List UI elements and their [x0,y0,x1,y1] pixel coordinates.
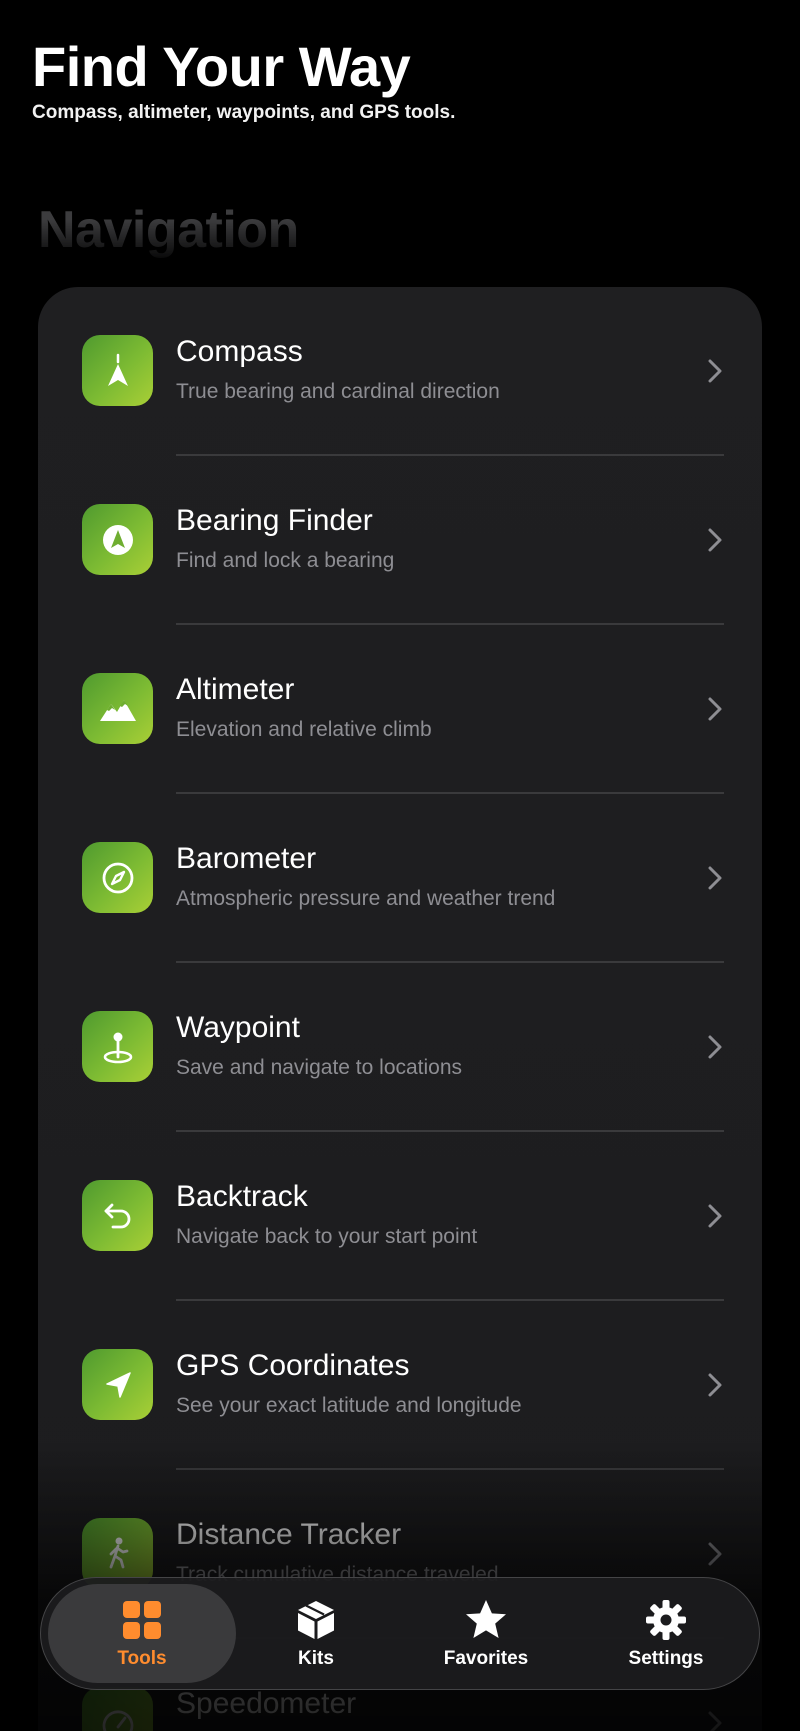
tool-row-backtrack[interactable]: Backtrack Navigate back to your start po… [38,1132,762,1301]
chevron-right-icon [708,1204,722,1228]
tab-label: Tools [117,1647,167,1669]
compass-needle-icon [82,335,153,406]
star-icon [466,1599,506,1638]
chevron-right-icon [708,1035,722,1059]
tool-description: Save and navigate to locations [176,1056,463,1079]
map-pin-icon [82,1011,153,1082]
tool-description: True bearing and cardinal direction [176,380,500,403]
gauge-icon [82,842,153,913]
tool-description: Find and lock a bearing [176,549,395,572]
tool-row-waypoint[interactable]: Waypoint Save and navigate to locations [38,963,762,1132]
section-heading: Navigation [38,201,299,259]
tab-favorites[interactable]: Favorites [421,1584,551,1683]
chevron-right-icon [708,1542,722,1566]
tool-row-compass[interactable]: Compass True bearing and cardinal direct… [38,287,762,456]
tool-description: Atmospheric pressure and weather trend [176,887,556,910]
bearing-arrow-icon [82,504,153,575]
tool-description: Elevation and relative climb [176,718,432,741]
chevron-right-icon [708,528,722,552]
chevron-right-icon [708,697,722,721]
speedometer-icon [82,1687,153,1731]
tab-kits[interactable]: Kits [256,1584,376,1683]
tab-settings[interactable]: Settings [596,1584,736,1683]
tool-description: See your exact latitude and longitude [176,1394,522,1417]
tool-name: Compass [176,335,303,368]
chevron-right-icon [708,866,722,890]
chevron-right-icon [708,1711,722,1731]
tool-description: Navigate back to your start point [176,1225,478,1248]
tool-name: Backtrack [176,1180,308,1213]
tab-label: Settings [628,1647,704,1669]
chevron-right-icon [708,359,722,383]
tab-tools[interactable]: Tools [48,1584,236,1683]
mountains-icon [82,673,153,744]
tab-bar: Tools Kits Favorites Settings [40,1577,760,1690]
grid-icon [123,1600,161,1639]
tab-label: Favorites [443,1647,529,1669]
tool-name: Altimeter [176,673,295,706]
page-subtitle: Compass, altimeter, waypoints, and GPS t… [32,101,456,123]
tools-list: Compass True bearing and cardinal direct… [38,287,762,1731]
tool-name: Distance Tracker [176,1518,402,1551]
tool-name: Speedometer [176,1687,357,1720]
location-arrow-icon [82,1349,153,1420]
tool-row-bearing-finder[interactable]: Bearing Finder Find and lock a bearing [38,456,762,625]
return-arrow-icon [82,1180,153,1251]
tool-name: Barometer [176,842,317,875]
tool-name: GPS Coordinates [176,1349,410,1382]
box-icon [298,1600,334,1639]
tool-row-altimeter[interactable]: Altimeter Elevation and relative climb [38,625,762,794]
chevron-right-icon [708,1373,722,1397]
page-header: Find Your Way Compass, altimeter, waypoi… [32,36,455,124]
page-title: Find Your Way [32,35,411,98]
tab-label: Kits [298,1647,334,1669]
tool-row-gps-coordinates[interactable]: GPS Coordinates See your exact latitude … [38,1301,762,1470]
gear-icon [646,1599,686,1640]
tool-row-barometer[interactable]: Barometer Atmospheric pressure and weath… [38,794,762,963]
tool-name: Bearing Finder [176,504,373,537]
tool-name: Waypoint [176,1011,300,1044]
